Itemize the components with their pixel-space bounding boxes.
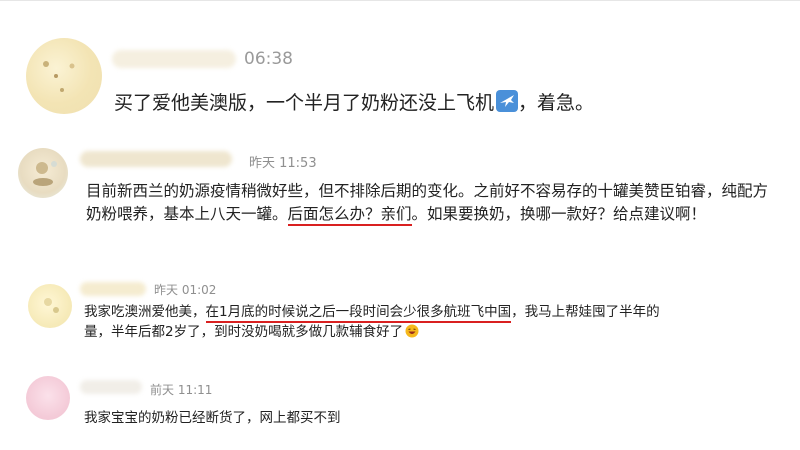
laughing-emoji-icon bbox=[405, 324, 419, 338]
avatar[interactable] bbox=[26, 376, 70, 420]
avatar[interactable] bbox=[28, 284, 72, 328]
comment-time: 前天 11:11 bbox=[150, 383, 213, 397]
avatar-blur-texture bbox=[44, 298, 59, 313]
comment-text: 我家吃澳洲爱他美，在1月底的时候说之后一段时间会少很多航班飞中国，我马上帮娃囤了… bbox=[84, 302, 674, 342]
avatar-blur-texture bbox=[43, 61, 75, 92]
comment-time: 昨天 11:53 bbox=[249, 156, 317, 171]
comment-text: 买了爱他美澳版，一个半月了奶粉还没上飞机 ，着急。 bbox=[114, 88, 594, 115]
username-redacted[interactable] bbox=[112, 50, 236, 68]
comment-text-tail: ，着急。 bbox=[518, 92, 595, 114]
username-redacted[interactable] bbox=[80, 282, 146, 296]
comment-time: 06:38 bbox=[244, 49, 293, 69]
avatar[interactable] bbox=[26, 38, 102, 114]
comment-item: 昨天 11:53 目前新西兰的奶源疫情稍微好些，但不排除后期的变化。之前好不容易… bbox=[0, 140, 800, 270]
underlined-text: 在1月底的时候说之后一段时间会少很多航班飞中国 bbox=[205, 304, 512, 323]
avatar-blur-texture bbox=[33, 161, 57, 186]
comment-time: 昨天 01:02 bbox=[154, 283, 217, 297]
username-redacted[interactable] bbox=[80, 151, 232, 167]
comment-item: 前天 11:11 我家宝宝的奶粉已经断货了，网上都买不到 bbox=[0, 370, 800, 450]
underlined-text: 后面怎么办？亲们 bbox=[287, 205, 412, 226]
username-redacted[interactable] bbox=[80, 380, 142, 394]
comment-text-tail: 。如果要换奶，换哪一款好？给点建议啊！ bbox=[411, 205, 707, 223]
comment-item: 06:38 买了爱他美澳版，一个半月了奶粉还没上飞机 ，着急。 bbox=[0, 0, 800, 140]
comment-text: 目前新西兰的奶源疫情稍微好些，但不排除后期的变化。之前好不容易存的十罐美赞臣铂睿… bbox=[86, 180, 774, 226]
avatar[interactable] bbox=[18, 148, 68, 198]
comment-text: 我家宝宝的奶粉已经断货了，网上都买不到 bbox=[84, 410, 341, 426]
comment-item: 昨天 01:02 我家吃澳洲爱他美，在1月底的时候说之后一段时间会少很多航班飞中… bbox=[0, 270, 800, 370]
comment-text-main: 买了爱他美澳版，一个半月了奶粉还没上飞机 bbox=[114, 92, 495, 114]
airplane-icon bbox=[496, 90, 519, 112]
comment-text-main: 我家吃澳洲爱他美， bbox=[84, 304, 206, 320]
